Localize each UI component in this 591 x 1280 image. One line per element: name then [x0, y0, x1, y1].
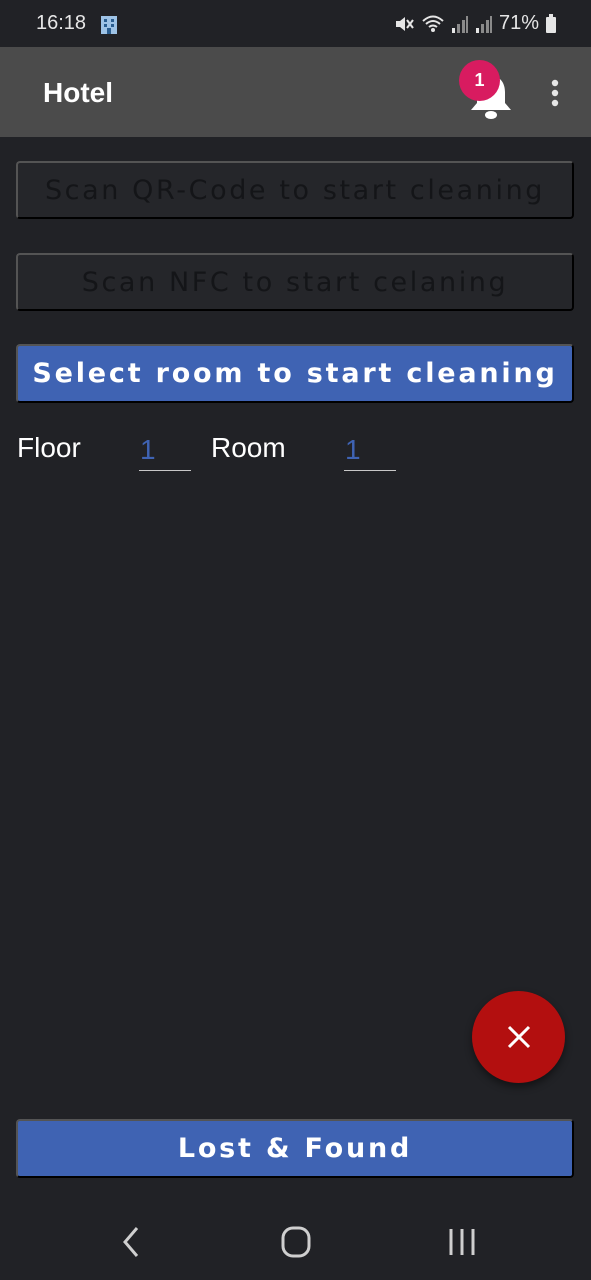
wifi-icon: [422, 15, 444, 32]
recents-icon[interactable]: [442, 1224, 482, 1260]
hotel-app-notification-icon: [101, 16, 117, 34]
floor-label: Floor: [17, 432, 81, 463]
status-bar: 16:18 71%: [0, 0, 591, 47]
room-label: Room: [211, 432, 286, 463]
status-time: 16:18: [36, 12, 87, 34]
battery-percent: 71%: [498, 12, 539, 34]
mute-icon: [395, 16, 414, 31]
room-input[interactable]: [344, 430, 396, 471]
back-icon[interactable]: [112, 1224, 152, 1260]
select-room-button[interactable]: Select room to start cleaning: [16, 344, 574, 403]
more-vert-icon[interactable]: [545, 78, 565, 108]
battery-icon: [546, 13, 556, 33]
status-icons: 71%: [393, 12, 557, 35]
signal-icon: [451, 15, 468, 33]
notification-badge: 1: [459, 60, 500, 101]
signal-icon: [475, 15, 492, 33]
floor-input[interactable]: [139, 430, 191, 471]
close-icon: [507, 1025, 530, 1049]
close-fab-button[interactable]: [472, 991, 565, 1083]
home-icon[interactable]: [276, 1224, 316, 1260]
page-title: Hotel: [43, 77, 113, 108]
lost-and-found-button[interactable]: Lost & Found: [16, 1119, 574, 1178]
scan-qr-button[interactable]: Scan QR-Code to start cleaning: [16, 161, 574, 219]
scan-nfc-button[interactable]: Scan NFC to start celaning: [16, 253, 574, 311]
